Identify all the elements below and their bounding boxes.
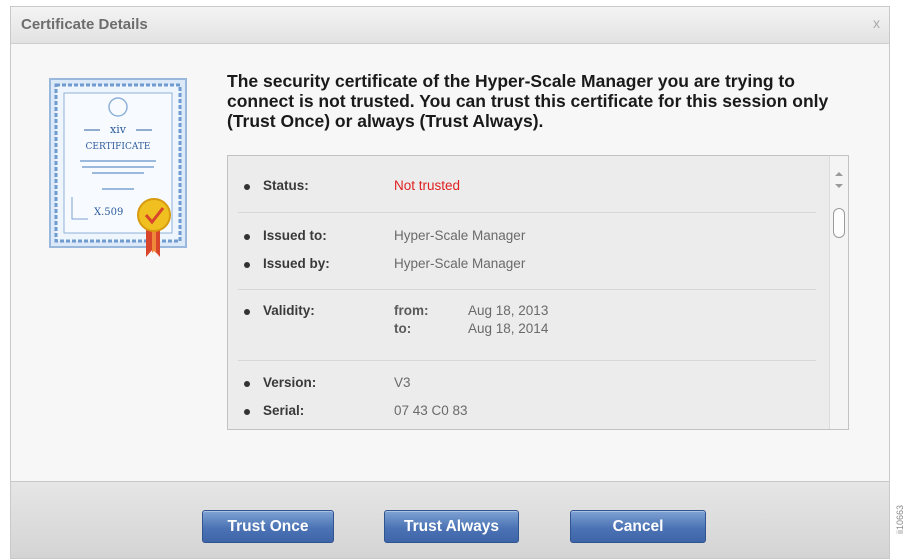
validity-from-label: from: (394, 303, 429, 318)
details-scrollbar[interactable] (829, 156, 848, 429)
bullet-icon (244, 309, 250, 315)
certificate-details-panel[interactable]: Status: Not trusted Issued to: Hyper-Sca… (227, 155, 849, 430)
status-label: Status: (263, 178, 309, 193)
cert-standard-text: X.509 (94, 207, 123, 218)
validity-to-value: Aug 18, 2014 (468, 321, 549, 336)
close-icon[interactable]: x (873, 15, 880, 31)
dialog-title: Certificate Details (21, 16, 148, 33)
bullet-icon (244, 381, 250, 387)
validity-label: Validity: (263, 303, 315, 318)
image-id-label: ii10663 (895, 505, 905, 535)
scroll-up-arrow-icon[interactable] (835, 172, 843, 176)
trust-always-button[interactable]: Trust Always (384, 510, 519, 543)
cancel-button[interactable]: Cancel (570, 510, 706, 543)
version-label: Version: (263, 375, 317, 390)
cert-heading-text: CERTIFICATE (86, 142, 151, 152)
issued-by-label: Issued by: (263, 256, 330, 271)
divider (238, 360, 816, 361)
issued-to-label: Issued to: (263, 228, 327, 243)
validity-from-value: Aug 18, 2013 (468, 303, 549, 318)
cert-brand-text: xiv (110, 123, 127, 136)
bullet-icon (244, 234, 250, 240)
serial-value: 07 43 C0 83 (394, 403, 468, 418)
dialog-titlebar: Certificate Details x (11, 7, 889, 44)
bullet-icon (244, 409, 250, 415)
certificate-details-dialog: Certificate Details x xiv CERTIFICATE X.… (10, 6, 890, 559)
validity-to-label: to: (394, 321, 412, 336)
serial-label: Serial: (263, 403, 305, 418)
status-value: Not trusted (394, 178, 461, 193)
certificate-icon: xiv CERTIFICATE X.509 (49, 78, 187, 257)
bullet-icon (244, 184, 250, 190)
issued-by-value: Hyper-Scale Manager (394, 256, 526, 271)
version-value: V3 (394, 375, 411, 390)
trust-warning-message: The security certificate of the Hyper-Sc… (227, 71, 829, 131)
issued-to-value: Hyper-Scale Manager (394, 228, 526, 243)
scroll-down-arrow-icon[interactable] (835, 184, 843, 188)
divider (238, 212, 816, 213)
validity-row: Validity: from: Aug 18, 2013 to: Aug 18,… (228, 303, 808, 343)
scroll-thumb[interactable] (833, 208, 845, 238)
bullet-icon (244, 262, 250, 268)
divider (238, 289, 816, 290)
trust-once-button[interactable]: Trust Once (202, 510, 334, 543)
